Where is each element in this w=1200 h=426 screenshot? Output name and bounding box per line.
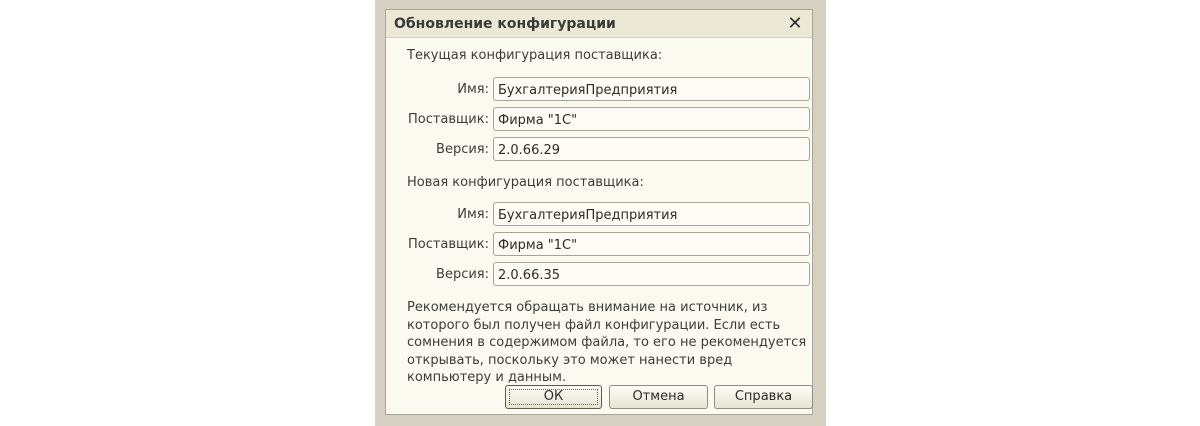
current-version-field[interactable] xyxy=(493,137,810,161)
cancel-button[interactable]: Отмена xyxy=(609,385,708,409)
new-version-field[interactable] xyxy=(493,262,810,286)
current-version-label: Версия: xyxy=(436,142,489,157)
close-icon[interactable]: ✕ xyxy=(784,13,806,35)
new-name-label: Имя: xyxy=(457,207,489,222)
current-name-field[interactable] xyxy=(493,77,810,101)
help-button[interactable]: Справка xyxy=(714,385,813,409)
help-button-label: Справка xyxy=(734,389,793,404)
cancel-button-label: Отмена xyxy=(632,389,685,404)
current-vendor-field[interactable] xyxy=(493,107,810,131)
title-bar[interactable]: Обновление конфигурации ✕ xyxy=(386,10,812,38)
ok-button[interactable]: ОК xyxy=(505,385,602,409)
update-configuration-dialog: Обновление конфигурации ✕ Текущая конфиг… xyxy=(385,9,813,415)
new-config-heading: Новая конфигурация поставщика: xyxy=(407,175,644,190)
dialog-backdrop: Обновление конфигурации ✕ Текущая конфиг… xyxy=(375,0,826,426)
current-config-heading: Текущая конфигурация поставщика: xyxy=(407,48,663,63)
current-vendor-label: Поставщик: xyxy=(407,112,489,127)
new-vendor-label: Поставщик: xyxy=(407,237,489,252)
new-name-field[interactable] xyxy=(493,202,810,226)
dialog-title: Обновление конфигурации xyxy=(394,16,616,32)
new-version-label: Версия: xyxy=(436,267,489,282)
ok-button-label: ОК xyxy=(543,389,564,404)
current-name-label: Имя: xyxy=(457,82,489,97)
security-note: Рекомендуется обращать внимание на источ… xyxy=(407,300,807,385)
new-vendor-field[interactable] xyxy=(493,232,810,256)
